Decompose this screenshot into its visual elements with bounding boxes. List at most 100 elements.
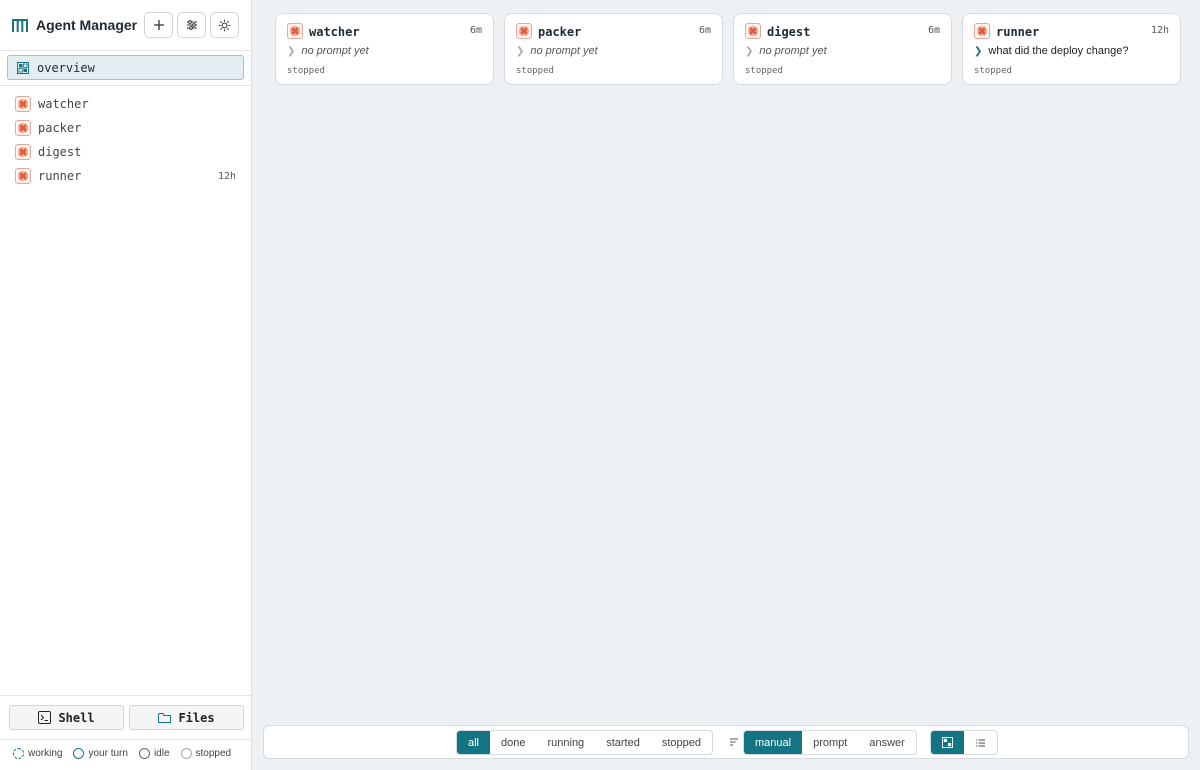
agent-card-digest[interactable]: digest 6m ❯ no prompt yet stopped: [733, 13, 952, 85]
filter-toolbar: all done running started stopped manual …: [263, 725, 1189, 759]
agent-avatar: [15, 144, 31, 160]
new-agent-button[interactable]: [144, 12, 173, 38]
card-prompt: ❯ no prompt yet: [287, 45, 483, 57]
agent-card-watcher[interactable]: watcher 6m ❯ no prompt yet stopped: [275, 13, 494, 85]
chevron-right-icon: ❯: [745, 45, 754, 57]
agent-card-runner[interactable]: runner 12h ❯ what did the deploy change?…: [962, 13, 1181, 85]
plus-icon: [153, 20, 164, 30]
sort-manual[interactable]: manual: [744, 731, 803, 754]
agent-cards: watcher 6m ❯ no prompt yet stopped packe…: [275, 13, 1181, 85]
files-button[interactable]: Files: [129, 705, 244, 730]
agent-avatar: [15, 96, 31, 112]
your-turn-status-icon: [73, 748, 85, 759]
legend-your-turn: your turn: [73, 748, 128, 759]
view-toggle-group: [930, 730, 998, 755]
card-age: 6m: [469, 25, 482, 36]
agent-name: runner: [38, 169, 82, 183]
asterisk-icon: [748, 26, 758, 36]
grid-view-button[interactable]: [931, 731, 964, 754]
asterisk-icon: [18, 171, 28, 181]
sort-answer[interactable]: answer: [858, 731, 915, 754]
theme-toggle-button[interactable]: [210, 12, 239, 38]
agent-name: digest: [38, 145, 82, 159]
card-title: digest: [767, 25, 811, 39]
sidebar-item-overview[interactable]: overview: [7, 55, 244, 80]
stopped-status-icon: [180, 748, 192, 759]
card-title: runner: [996, 25, 1040, 39]
agent-card-packer[interactable]: packer 6m ❯ no prompt yet stopped: [504, 13, 723, 85]
sun-icon: [218, 19, 231, 31]
divider: [0, 739, 251, 740]
divider: [0, 85, 251, 86]
agent-avatar: [516, 23, 532, 39]
card-status: stopped: [287, 66, 325, 76]
agent-name: packer: [38, 121, 82, 135]
agent-avatar: [745, 23, 761, 39]
sort-group: manual prompt answer: [743, 730, 917, 755]
asterisk-icon: [18, 123, 28, 133]
card-prompt: ❯ no prompt yet: [516, 45, 712, 57]
working-status-icon: [13, 748, 24, 759]
asterisk-icon: [290, 26, 300, 36]
footer-actions: Shell Files: [9, 705, 244, 730]
card-prompt: ❯ what did the deploy change?: [974, 45, 1170, 57]
grid-icon: [17, 61, 29, 74]
legend-label: stopped: [195, 748, 232, 759]
card-status: stopped: [745, 66, 783, 76]
agent-list: watcher packer digest runner 12h: [0, 92, 251, 188]
filter-started[interactable]: started: [595, 731, 651, 754]
card-status: stopped: [516, 66, 554, 76]
grid-icon: [942, 737, 953, 748]
asterisk-icon: [18, 147, 28, 157]
sidebar: Agent Manager overview watcher packer di…: [0, 0, 252, 770]
legend-idle: idle: [138, 748, 170, 759]
brand: Agent Manager: [12, 12, 137, 38]
logo-icon: [12, 19, 28, 32]
settings-button[interactable]: [177, 12, 206, 38]
agent-avatar: [15, 120, 31, 136]
card-prompt: ❯ no prompt yet: [745, 45, 941, 57]
idle-status-icon: [138, 748, 150, 759]
app-title: Agent Manager: [36, 17, 138, 33]
asterisk-icon: [977, 26, 987, 36]
chevron-right-icon: ❯: [974, 45, 983, 57]
agent-avatar: [974, 23, 990, 39]
card-age: 6m: [698, 25, 711, 36]
legend-label: your turn: [88, 748, 128, 759]
chevron-right-icon: ❯: [287, 45, 296, 57]
card-prompt-text: no prompt yet: [759, 45, 827, 57]
sort-icon: [730, 738, 738, 746]
agent-age: 12h: [217, 170, 236, 182]
status-filter-group: all done running started stopped: [456, 730, 713, 755]
header-actions: [144, 12, 239, 38]
filter-running[interactable]: running: [536, 731, 595, 754]
sliders-icon: [186, 20, 197, 30]
card-title: watcher: [309, 25, 360, 39]
agent-avatar: [287, 23, 303, 39]
list-view-button[interactable]: [964, 731, 997, 754]
card-title: packer: [538, 25, 582, 39]
sidebar-item-watcher[interactable]: watcher: [0, 92, 251, 116]
card-age: 6m: [927, 25, 940, 36]
card-prompt-text: what did the deploy change?: [988, 45, 1129, 57]
sidebar-item-runner[interactable]: runner 12h: [0, 164, 251, 188]
filter-stopped[interactable]: stopped: [651, 731, 712, 754]
folder-icon: [158, 712, 172, 723]
divider: [0, 695, 251, 696]
chevron-right-icon: ❯: [516, 45, 525, 57]
terminal-icon: [38, 711, 52, 724]
sort-prompt[interactable]: prompt: [802, 731, 858, 754]
sidebar-item-digest[interactable]: digest: [0, 140, 251, 164]
shell-button-label: Shell: [58, 710, 95, 725]
status-legend: working your turn idle stopped: [13, 748, 231, 759]
legend-label: idle: [153, 748, 170, 759]
asterisk-icon: [519, 26, 529, 36]
sidebar-item-label: overview: [37, 60, 95, 75]
legend-label: working: [28, 748, 63, 759]
sidebar-item-packer[interactable]: packer: [0, 116, 251, 140]
filter-all[interactable]: all: [457, 731, 490, 754]
divider: [0, 50, 251, 51]
shell-button[interactable]: Shell: [9, 705, 124, 730]
filter-done[interactable]: done: [490, 731, 536, 754]
card-prompt-text: no prompt yet: [301, 45, 369, 57]
